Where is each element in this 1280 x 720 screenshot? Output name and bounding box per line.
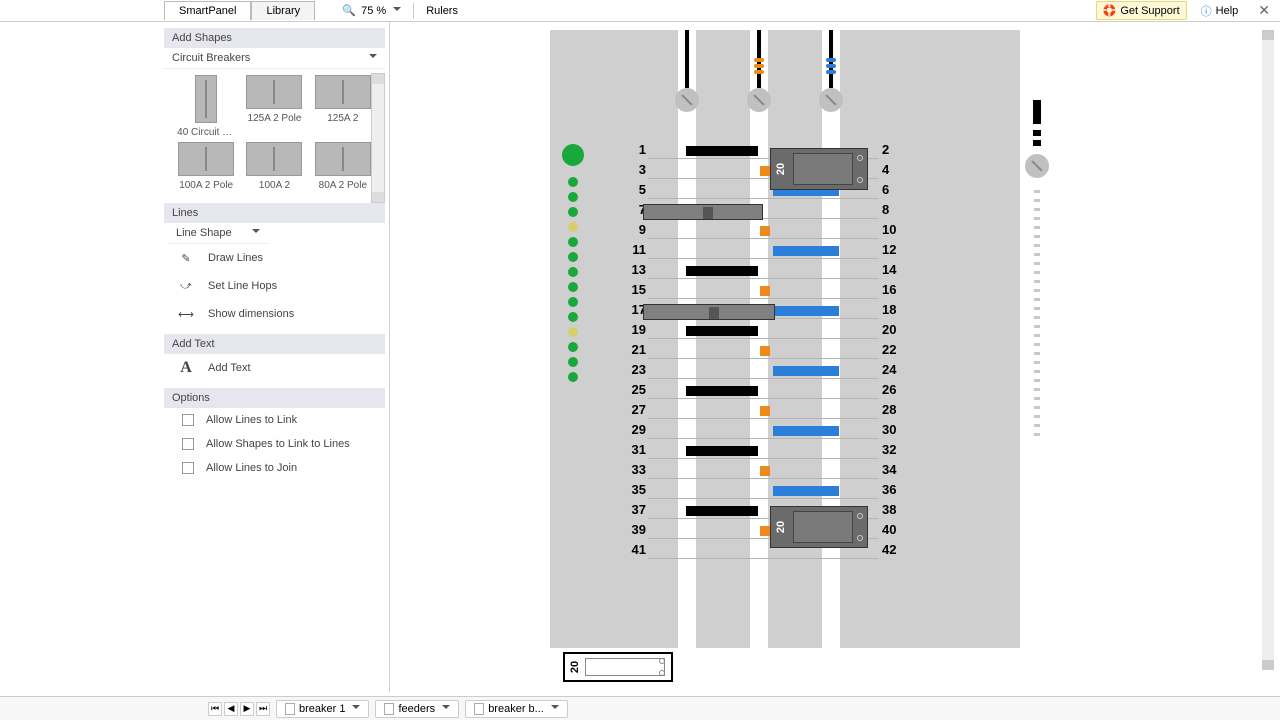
help-button[interactable]: ⓘ Help — [1195, 1, 1245, 21]
draw-lines-label: Draw Lines — [208, 252, 263, 264]
breaker-small-1[interactable] — [643, 204, 763, 220]
shape-item[interactable]: 100A 2 Pole — [174, 142, 238, 191]
hop-icon: ⤻ — [176, 278, 196, 294]
circuit-row[interactable]: 2930 — [560, 422, 1010, 442]
lines-header: Lines — [164, 203, 385, 223]
circuit-row[interactable]: 2122 — [560, 342, 1010, 362]
chevron-down-icon — [252, 229, 260, 237]
option-label: Allow Lines to Link — [206, 414, 297, 426]
zoom-controls: 🔍 75 % — [341, 3, 401, 19]
main-area: Add Shapes Circuit Breakers 40 Circuit P… — [0, 22, 1280, 692]
shape-item[interactable]: 100A 2 — [242, 142, 306, 191]
add-text-label: Add Text — [208, 362, 251, 374]
chevron-down-icon — [369, 54, 377, 62]
circuit-row[interactable]: 1920 — [560, 322, 1010, 342]
option-shapes-link[interactable]: Allow Shapes to Link to Lines — [164, 432, 385, 456]
canvas[interactable]: 1234567891011121314151617181920212223242… — [390, 22, 1280, 692]
page-tab-3[interactable]: breaker b... — [465, 700, 568, 718]
left-tabs: SmartPanel Library — [164, 1, 315, 20]
circuit-row[interactable]: 3536 — [560, 482, 1010, 502]
zoom-caret-icon[interactable] — [393, 7, 401, 15]
neutral-bar[interactable] — [1028, 30, 1046, 648]
separator — [413, 3, 414, 19]
sidebar: Add Shapes Circuit Breakers 40 Circuit P… — [160, 22, 390, 692]
bottom-bar: ⏮ ◀ ▶ ⏭ breaker 1 feeders breaker b... — [0, 696, 1280, 720]
breaker-20a-top[interactable]: 20 — [770, 148, 868, 190]
shapes-palette: 40 Circuit P... 125A 2 Pole 125A 2 100A … — [164, 69, 385, 197]
shape-item[interactable]: 80A 2 Pole — [311, 142, 375, 191]
breaker-small-2[interactable] — [643, 304, 775, 320]
first-page-icon[interactable]: ⏮ — [208, 702, 222, 716]
page-tab-2[interactable]: feeders — [375, 700, 459, 718]
circuit-row[interactable]: 78 — [560, 202, 1010, 222]
show-dims-label: Show dimensions — [208, 308, 294, 320]
add-text-tool[interactable]: A Add Text — [164, 354, 385, 382]
document-icon — [384, 703, 394, 715]
circuit-row[interactable]: 2526 — [560, 382, 1010, 402]
circuit-row[interactable]: 910 — [560, 222, 1010, 242]
option-label: Allow Shapes to Link to Lines — [206, 438, 350, 450]
zoom-value[interactable]: 75 % — [361, 5, 386, 17]
close-icon[interactable]: ✕ — [1252, 2, 1276, 19]
last-page-icon[interactable]: ⏭ — [256, 702, 270, 716]
tab-library[interactable]: Library — [251, 1, 315, 20]
set-line-hops-tool[interactable]: ⤻ Set Line Hops — [172, 272, 377, 300]
support-icon: 🛟 — [1103, 4, 1117, 17]
get-support-button[interactable]: 🛟 Get Support — [1096, 1, 1187, 20]
circuit-row[interactable]: 3334 — [560, 462, 1010, 482]
rulers-toggle[interactable]: Rulers — [426, 5, 458, 17]
line-shape-label: Line Shape — [176, 227, 232, 239]
checkbox[interactable] — [182, 414, 194, 426]
option-label: Allow Lines to Join — [206, 462, 297, 474]
shape-item[interactable]: 125A 2 — [311, 75, 375, 138]
pencil-icon: ✎ — [176, 250, 196, 266]
add-text-header: Add Text — [164, 334, 385, 354]
checkbox[interactable] — [182, 438, 194, 450]
circuit-row[interactable]: 1314 — [560, 262, 1010, 282]
draw-lines-tool[interactable]: ✎ Draw Lines — [172, 244, 377, 272]
circuit-row[interactable]: 2728 — [560, 402, 1010, 422]
circuit-rows: 1234567891011121314151617181920212223242… — [560, 142, 1010, 562]
dimension-icon: ⟷ — [176, 306, 196, 322]
checkbox[interactable] — [182, 462, 194, 474]
shape-item[interactable]: 40 Circuit P... — [174, 75, 238, 138]
shape-item[interactable]: 125A 2 Pole — [242, 75, 306, 138]
canvas-scrollbar[interactable] — [1262, 30, 1274, 670]
shapes-category-dropdown[interactable]: Circuit Breakers — [164, 48, 385, 69]
floating-breaker[interactable]: 20 — [563, 652, 673, 682]
set-line-hops-label: Set Line Hops — [208, 280, 277, 292]
document-icon — [474, 703, 484, 715]
shapes-category-label: Circuit Breakers — [172, 52, 250, 64]
tab-smartpanel[interactable]: SmartPanel — [164, 1, 251, 20]
circuit-row[interactable]: 1112 — [560, 242, 1010, 262]
option-lines-link[interactable]: Allow Lines to Link — [164, 408, 385, 432]
circuit-row[interactable]: 2324 — [560, 362, 1010, 382]
breaker-20a-bottom[interactable]: 20 — [770, 506, 868, 548]
line-shape-dropdown[interactable]: Line Shape — [168, 223, 268, 244]
options-header: Options — [164, 388, 385, 408]
prev-page-icon[interactable]: ◀ — [224, 702, 238, 716]
support-label: Get Support — [1120, 5, 1179, 17]
zoom-icon[interactable]: 🔍 — [341, 3, 357, 19]
next-page-icon[interactable]: ▶ — [240, 702, 254, 716]
help-icon: ⓘ — [1201, 3, 1212, 19]
shapes-scrollbar[interactable] — [371, 73, 385, 203]
text-icon: A — [176, 360, 196, 376]
show-dimensions-tool[interactable]: ⟷ Show dimensions — [172, 300, 377, 328]
circuit-row[interactable]: 1516 — [560, 282, 1010, 302]
circuit-row[interactable]: 1718 — [560, 302, 1010, 322]
option-lines-join[interactable]: Allow Lines to Join — [164, 456, 385, 480]
circuit-row[interactable]: 3132 — [560, 442, 1010, 462]
add-shapes-header: Add Shapes — [164, 28, 385, 48]
top-toolbar: SmartPanel Library 🔍 75 % Rulers 🛟 Get S… — [0, 0, 1280, 22]
page-tab-1[interactable]: breaker 1 — [276, 700, 369, 718]
page-nav[interactable]: ⏮ ◀ ▶ ⏭ — [208, 702, 270, 716]
help-label: Help — [1216, 5, 1239, 17]
document-icon — [285, 703, 295, 715]
